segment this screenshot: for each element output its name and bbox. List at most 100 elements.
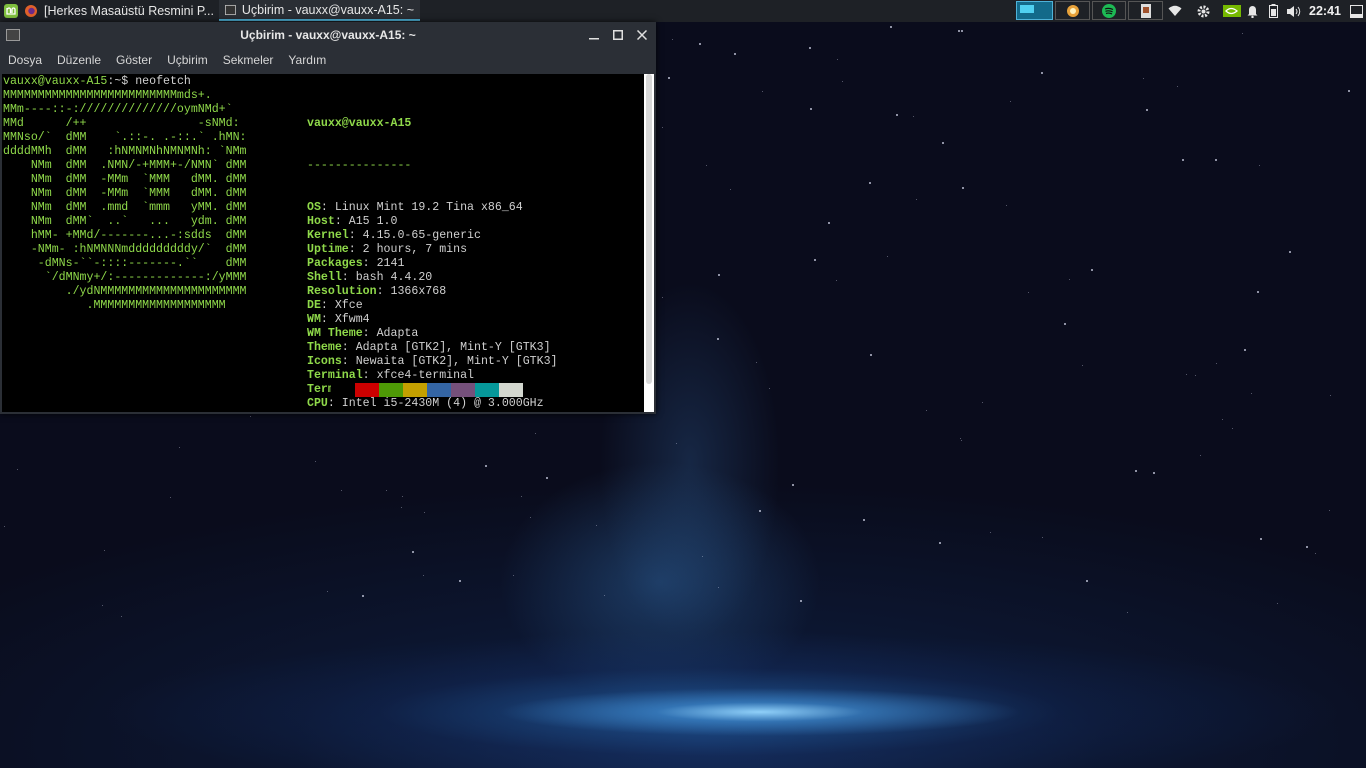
terminal-output[interactable]: vauxx@vauxx-A15:~$ neofetch MMMMMMMMMMMM… — [2, 74, 644, 412]
info-colon: : — [362, 369, 377, 382]
info-line: Packages: 2141 — [307, 257, 557, 271]
notifications-icon[interactable] — [1245, 3, 1259, 19]
info-key: Theme — [307, 341, 342, 354]
close-icon — [637, 30, 647, 40]
info-colon: : — [341, 341, 356, 354]
window-titlebar[interactable]: Uçbirim - vauxx@vauxx-A15: ~ — [0, 22, 656, 48]
info-key: Terminal — [307, 369, 363, 382]
star — [662, 297, 663, 298]
info-line: Uptime: 2 hours, 7 mins — [307, 243, 557, 257]
star — [1329, 510, 1330, 511]
menu-file[interactable]: Dosya — [0, 53, 49, 67]
star — [810, 108, 812, 110]
maximize-button[interactable] — [609, 26, 627, 44]
star — [1306, 546, 1308, 548]
info-colon: : — [341, 355, 356, 368]
info-key: Icons — [307, 355, 342, 368]
info-line: WM: Xfwm4 — [307, 313, 557, 327]
star — [762, 91, 763, 92]
star — [1242, 33, 1243, 34]
star — [734, 53, 736, 55]
mint-menu-button[interactable] — [3, 0, 19, 22]
prompt-user: vauxx@vauxx-A15 — [3, 75, 108, 88]
star — [982, 402, 983, 403]
info-value: Adapta [GTK2], Mint-Y [GTK3] — [355, 341, 551, 354]
nvidia-icon[interactable] — [1222, 3, 1242, 19]
info-value: Xfwm4 — [334, 313, 370, 326]
star — [4, 526, 5, 527]
menu-edit[interactable]: Düzenle — [49, 53, 108, 67]
info-value: Adapta — [376, 327, 419, 340]
star — [842, 81, 843, 82]
star — [315, 461, 316, 462]
workspace-switcher[interactable] — [1016, 1, 1053, 20]
info-value: 1366x768 — [390, 285, 447, 298]
star — [1028, 292, 1029, 293]
color-swatch — [451, 383, 475, 397]
show-desktop-icon[interactable] — [1348, 3, 1364, 19]
menu-tabs[interactable]: Sekmeler — [215, 53, 281, 67]
star — [386, 490, 387, 491]
star — [341, 490, 342, 491]
star — [1260, 538, 1262, 540]
star — [887, 256, 888, 257]
task-terminal[interactable]: Uçbirim - vauxx@vauxx-A15: ~ — [219, 0, 420, 21]
app-window-2[interactable] — [1092, 1, 1126, 20]
info-key: Resolution — [307, 285, 377, 298]
settings-icon[interactable] — [1195, 3, 1211, 19]
star — [896, 114, 898, 116]
star — [960, 438, 961, 439]
info-colon: : — [328, 411, 342, 412]
star — [459, 580, 461, 582]
star — [961, 440, 962, 441]
star — [513, 575, 514, 576]
clock[interactable]: 22:41 — [1305, 3, 1345, 19]
info-line: CPU: Intel i5-2430M (4) @ 3.000GHz — [307, 397, 557, 411]
volume-icon[interactable] — [1285, 3, 1301, 19]
star — [17, 469, 18, 470]
close-button[interactable] — [633, 26, 651, 44]
battery-icon[interactable] — [1267, 3, 1279, 19]
star — [1182, 159, 1184, 161]
star — [170, 497, 171, 498]
star — [863, 519, 865, 521]
star — [926, 410, 927, 411]
menu-view[interactable]: Göster — [108, 53, 159, 67]
star — [1010, 101, 1011, 102]
firefox-launcher[interactable] — [24, 0, 38, 22]
info-colon: : — [320, 299, 335, 312]
task-firefox[interactable]: [Herkes Masaüstü Resmini P... — [38, 0, 218, 21]
star — [423, 575, 424, 576]
star — [327, 591, 328, 592]
info-key: Kernel — [307, 229, 349, 242]
info-line: DE: Xfce — [307, 299, 557, 313]
star — [890, 26, 892, 28]
info-line: Theme: Adapta [GTK2], Mint-Y [GTK3] — [307, 341, 557, 355]
star — [1041, 72, 1043, 74]
app-window-1[interactable] — [1055, 1, 1090, 20]
separator-line: --------------- — [307, 159, 412, 172]
star — [800, 600, 802, 602]
app-window-3[interactable] — [1128, 1, 1163, 20]
star — [662, 127, 663, 128]
prompt-command: :~$ neofetch — [107, 75, 191, 88]
star — [769, 388, 770, 389]
star — [828, 222, 830, 224]
info-colon: : — [327, 397, 342, 410]
star — [916, 199, 917, 200]
color-swatch — [379, 383, 403, 397]
menu-help[interactable]: Yardım — [280, 53, 333, 67]
scrollbar-thumb[interactable] — [646, 74, 652, 384]
system-info: vauxx@vauxx-A15 --------------- OS: Linu… — [307, 89, 557, 412]
color-palette — [331, 383, 523, 397]
wifi-icon[interactable] — [1167, 3, 1183, 19]
star — [1348, 90, 1350, 92]
star — [814, 259, 816, 261]
minimize-button[interactable] — [585, 26, 603, 44]
menu-terminal[interactable]: Uçbirim — [159, 53, 215, 67]
info-key: WM Theme — [307, 327, 363, 340]
app-3-icon — [1138, 3, 1154, 19]
info-colon: : — [334, 215, 349, 228]
info-key: Host — [307, 215, 335, 228]
info-value: bash 4.4.20 — [355, 271, 433, 284]
